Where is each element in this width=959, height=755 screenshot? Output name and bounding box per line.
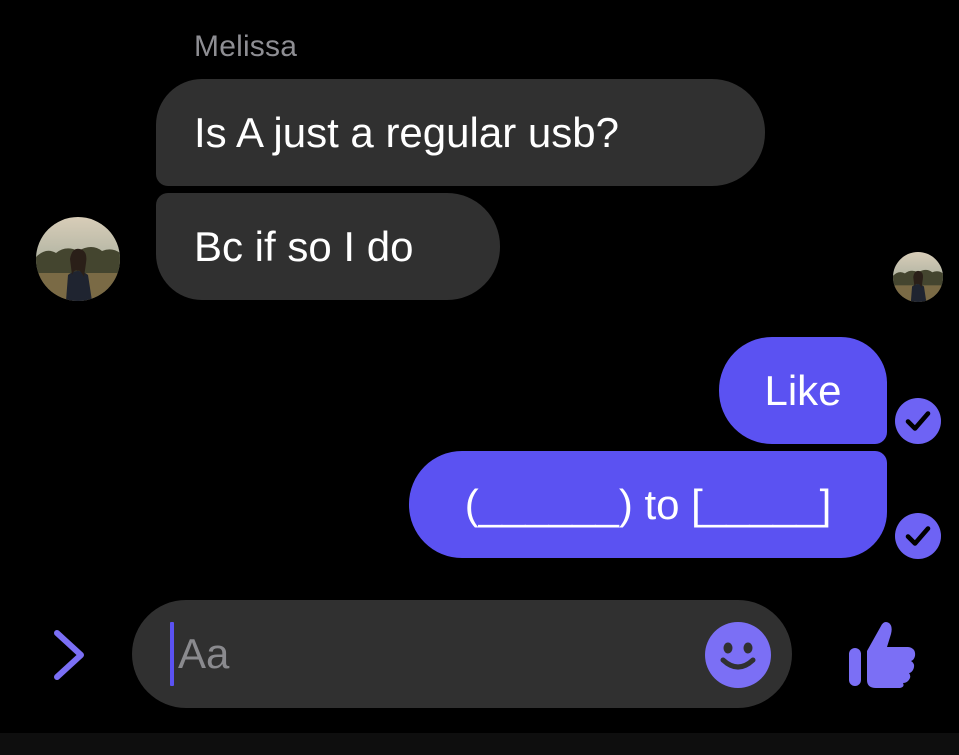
sender-avatar[interactable]: [36, 217, 120, 301]
message-input-placeholder: Aa: [178, 630, 230, 677]
sender-name: Melissa: [194, 30, 298, 63]
incoming-message-bubble[interactable]: Is A just a regular usb?: [156, 79, 765, 186]
message-input[interactable]: Aa: [132, 600, 792, 708]
avatar-photo: [893, 252, 943, 302]
incoming-message-bubble[interactable]: Bc if so I do: [156, 193, 500, 300]
avatar-photo: [36, 217, 120, 301]
chevron-right-icon[interactable]: [48, 627, 90, 683]
chat-screen: Melissa Is A just a regular usb? Bc if s…: [0, 0, 959, 755]
outgoing-message-bubble[interactable]: (______) to [_____]: [409, 451, 887, 558]
thumbs-up-icon[interactable]: [846, 618, 918, 690]
text-cursor: [170, 622, 174, 686]
delivered-check-icon: [895, 513, 941, 559]
delivered-check-icon: [895, 398, 941, 444]
home-indicator-area: [0, 733, 959, 755]
read-receipt-avatar: [893, 252, 943, 302]
outgoing-message-bubble[interactable]: Like: [719, 337, 887, 444]
smiley-icon[interactable]: [705, 622, 771, 688]
